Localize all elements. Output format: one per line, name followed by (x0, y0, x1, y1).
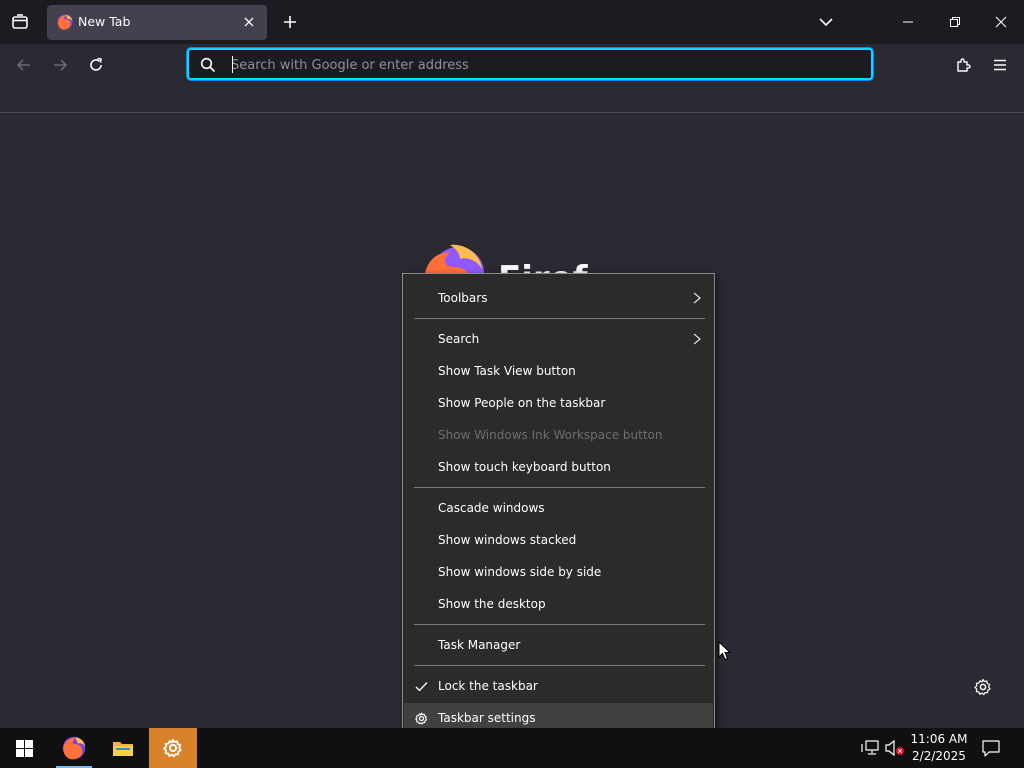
menu-item-label: Show Task View button (438, 364, 576, 378)
chevron-down-icon (819, 18, 833, 27)
menu-item-task-manager[interactable]: Task Manager (404, 630, 713, 660)
windows-logo-icon (15, 739, 33, 757)
menu-item-toolbars[interactable]: Toolbars (404, 283, 713, 313)
tabs-dropdown-button[interactable] (815, 11, 837, 33)
tab-strip: New Tab (0, 0, 1024, 44)
menu-item-lock-taskbar[interactable]: Lock the taskbar (404, 671, 713, 701)
app-menu-button[interactable] (988, 53, 1012, 77)
menu-item-label: Show the desktop (438, 597, 546, 611)
menu-item-show-task-view[interactable]: Show Task View button (404, 356, 713, 386)
reload-icon (90, 57, 102, 71)
menu-item-label: Show Windows Ink Workspace button (438, 428, 663, 442)
menu-item-label: Show touch keyboard button (438, 460, 611, 474)
menu-item-label: Cascade windows (438, 501, 545, 515)
system-clock[interactable]: 11:06 AM 2/2/2025 (905, 731, 973, 765)
taskbar-settings-button[interactable] (149, 728, 197, 768)
folder-icon (113, 742, 133, 756)
menu-item-label: Show windows stacked (438, 533, 577, 547)
puzzle-icon (957, 58, 971, 72)
menu-item-label: Show windows side by side (438, 565, 602, 579)
firefox-icon (57, 14, 73, 30)
mouse-cursor-icon (718, 641, 732, 661)
checkmark-icon (414, 679, 428, 693)
menu-separator (414, 665, 705, 666)
menu-item-label: Task Manager (438, 638, 521, 652)
menu-item-show-windows-stacked[interactable]: Show windows stacked (404, 525, 713, 555)
menu-separator (414, 624, 705, 625)
windows-taskbar[interactable]: 11:06 AM 2/2/2025 (0, 728, 1024, 768)
gear-icon (414, 711, 428, 725)
menu-item-show-windows-side-by-side[interactable]: Show windows side by side (404, 557, 713, 587)
gear-icon (974, 678, 991, 696)
clock-date: 2/2/2025 (912, 749, 966, 763)
action-center-button[interactable] (978, 728, 1004, 768)
extensions-button[interactable] (952, 53, 976, 77)
close-icon (244, 17, 254, 27)
tab-title: New Tab (78, 14, 131, 29)
list-all-tabs-button[interactable] (8, 10, 32, 34)
minimize-button[interactable] (897, 11, 919, 33)
customize-new-tab-button[interactable] (972, 676, 994, 698)
network-icon (861, 740, 879, 755)
firefox-icon (62, 736, 86, 760)
taskbar-file-explorer-button[interactable] (101, 728, 145, 768)
menu-item-label: Show People on the taskbar (438, 396, 606, 410)
menu-item-show-touch-keyboard[interactable]: Show touch keyboard button (404, 452, 713, 482)
close-window-button[interactable] (990, 11, 1012, 33)
network-tray-button[interactable] (859, 728, 881, 768)
search-icon (199, 56, 217, 74)
notification-icon (982, 739, 1000, 757)
tab-list-icon (12, 14, 28, 29)
chevron-right-icon (691, 291, 703, 305)
navigation-toolbar (0, 44, 1024, 86)
taskbar-context-menu: Toolbars Search Show Task View button Sh… (402, 273, 715, 743)
address-input[interactable] (231, 54, 851, 76)
menu-item-label: Toolbars (438, 291, 488, 305)
menu-item-show-desktop[interactable]: Show the desktop (404, 589, 713, 619)
clock-time: 11:06 AM (910, 732, 968, 746)
hamburger-menu-icon (994, 59, 1006, 71)
arrow-left-icon (16, 59, 30, 71)
minimize-icon (903, 21, 913, 23)
text-caret (232, 56, 233, 73)
menu-item-label: Search (438, 332, 480, 346)
new-tab-button[interactable] (279, 11, 301, 33)
menu-separator (414, 487, 705, 488)
tab-new-tab[interactable]: New Tab (47, 5, 267, 40)
restore-button[interactable] (944, 11, 966, 33)
menu-item-show-people[interactable]: Show People on the taskbar (404, 388, 713, 418)
menu-item-cascade-windows[interactable]: Cascade windows (404, 493, 713, 523)
menu-item-search[interactable]: Search (404, 324, 713, 354)
bookmarks-toolbar (0, 86, 1024, 113)
reload-button[interactable] (84, 53, 108, 77)
start-button[interactable] (0, 728, 48, 768)
menu-item-show-ink-workspace: Show Windows Ink Workspace button (404, 420, 713, 450)
restore-icon (950, 17, 960, 27)
menu-separator (414, 318, 705, 319)
back-button[interactable] (12, 53, 36, 77)
forward-button[interactable] (48, 53, 72, 77)
taskbar-firefox-button[interactable] (52, 728, 96, 768)
close-tab-button[interactable] (240, 13, 258, 31)
menu-item-label: Lock the taskbar (438, 679, 538, 693)
arrow-right-icon (54, 59, 68, 71)
gear-icon (163, 738, 182, 758)
volume-muted-icon (885, 740, 904, 756)
chevron-right-icon (691, 332, 703, 346)
menu-item-label: Taskbar settings (438, 711, 536, 725)
volume-tray-button[interactable] (884, 728, 906, 768)
plus-icon (284, 16, 296, 28)
close-icon (995, 16, 1007, 28)
address-bar[interactable] (186, 47, 874, 81)
